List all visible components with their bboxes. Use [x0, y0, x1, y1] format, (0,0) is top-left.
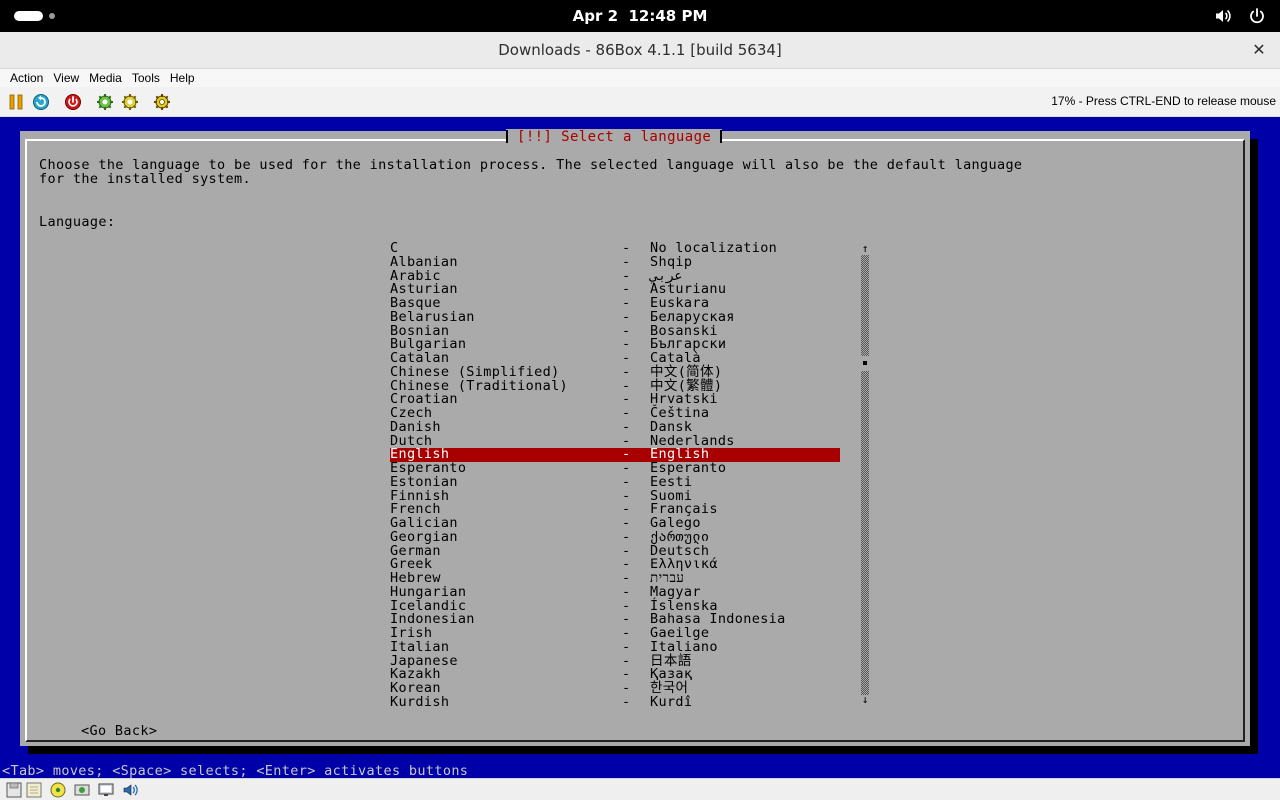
- dialog-title: [!!] Select a language: [506, 129, 723, 145]
- sound-button[interactable]: [122, 782, 138, 798]
- language-row[interactable]: Albanian - Shqip: [390, 255, 840, 270]
- language-name: Kurdish: [390, 693, 450, 710]
- prompt-line-2: for the installed system.: [39, 171, 251, 187]
- workspace-indicator-inactive: [49, 13, 55, 19]
- speaker-icon[interactable]: [1214, 7, 1232, 25]
- language-row[interactable]: Croatian - Hrvatski: [390, 392, 840, 407]
- dialog-prompt: Choose the language to be used for the i…: [39, 158, 1219, 186]
- activities-button[interactable]: [14, 11, 55, 21]
- language-row[interactable]: Irish - Gaeilge: [390, 626, 840, 641]
- emulated-screen[interactable]: [!!] Select a language Choose the langua…: [0, 117, 1280, 778]
- language-row[interactable]: Czech - Čeština: [390, 406, 840, 421]
- ctrl-alt-del-icon: [97, 94, 113, 110]
- network-button[interactable]: [98, 782, 114, 798]
- language-row[interactable]: Georgian - ქართული: [390, 530, 840, 545]
- ctrl-alt-del-button[interactable]: [96, 93, 114, 111]
- mouse-capture-status: 17% - Press CTRL-END to release mouse: [1051, 94, 1276, 108]
- language-native-name: Kurdî: [650, 693, 693, 710]
- reset-icon: [33, 94, 49, 110]
- language-dialog: [!!] Select a language Choose the langua…: [20, 129, 1250, 746]
- pause-icon: [9, 94, 23, 110]
- clock-button[interactable]: Apr 2 12:48 PM: [573, 7, 708, 25]
- gnome-top-bar: Apr 2 12:48 PM: [0, 0, 1280, 32]
- toolbar: 17% - Press CTRL-END to release mouse: [0, 87, 1280, 117]
- language-row[interactable]: Indonesian - Bahasa Indonesia: [390, 612, 840, 627]
- floppy-drive-2-button[interactable]: [26, 782, 42, 798]
- prompt-line-1: Choose the language to be used for the i…: [39, 157, 1023, 173]
- hard-disk-button[interactable]: [74, 782, 90, 798]
- power-icon[interactable]: [1248, 7, 1266, 25]
- power-off-icon: [65, 94, 81, 110]
- keyboard-help-line: <Tab> moves; <Space> selects; <Enter> ac…: [2, 763, 469, 779]
- settings-button[interactable]: [153, 93, 171, 111]
- language-row[interactable]: Korean - 한국어: [390, 681, 840, 696]
- floppy-drive-1-icon: [6, 782, 22, 798]
- language-separator: -: [622, 693, 631, 710]
- scroll-up-arrow[interactable]: ↑: [860, 243, 870, 255]
- language-row[interactable]: Asturian - Asturianu: [390, 282, 840, 297]
- window-title: Downloads - 86Box 4.1.1 [build 5634]: [498, 41, 782, 59]
- language-row[interactable]: Japanese - 日本語: [390, 654, 840, 669]
- language-list[interactable]: C - No localization Albanian - Shqip Arabic - عر…: [390, 241, 840, 710]
- floppy-drive-1-button[interactable]: [6, 782, 22, 798]
- ctrl-alt-esc-button[interactable]: [121, 93, 139, 111]
- menu-tools[interactable]: Tools: [127, 69, 165, 87]
- floppy-drive-2-icon: [26, 782, 42, 798]
- go-back-button[interactable]: <Go Back>: [81, 724, 157, 738]
- clock-time: 12:48 PM: [628, 7, 708, 25]
- menu-media[interactable]: Media: [84, 69, 127, 87]
- power-off-button[interactable]: [64, 93, 82, 111]
- language-label: Language:: [39, 214, 116, 230]
- workspace-indicator-active: [14, 11, 43, 21]
- cdrom-button[interactable]: [50, 782, 66, 798]
- language-row[interactable]: Finnish - Suomi: [390, 489, 840, 504]
- reset-button[interactable]: [32, 93, 50, 111]
- ctrl-alt-esc-icon: [122, 94, 138, 110]
- menu-help[interactable]: Help: [165, 69, 200, 87]
- language-row[interactable]: Belarusian - Беларуская: [390, 310, 840, 325]
- scrollbar-thumb[interactable]: [861, 356, 869, 371]
- hard-disk-icon: [74, 784, 90, 796]
- language-row[interactable]: Dutch - Nederlands: [390, 434, 840, 449]
- system-menu[interactable]: [1214, 7, 1266, 25]
- window-titlebar[interactable]: Downloads - 86Box 4.1.1 [build 5634] ✕: [0, 32, 1280, 69]
- sound-icon: [123, 784, 138, 796]
- language-list-scrollbar[interactable]: ↑ ↓: [860, 243, 870, 706]
- clock-date: Apr 2: [572, 7, 619, 25]
- pause-button[interactable]: [7, 93, 25, 111]
- language-row[interactable]: Estonian - Eesti: [390, 475, 840, 490]
- language-row[interactable]: Bulgarian - Български: [390, 337, 840, 352]
- menu-view[interactable]: View: [48, 69, 84, 87]
- cdrom-icon: [50, 782, 66, 798]
- language-row[interactable]: Kurdish - Kurdî: [390, 693, 840, 710]
- language-row[interactable]: Greek - Ελληνικά: [390, 557, 840, 572]
- language-row[interactable]: Kazakh - Қазақ: [390, 667, 840, 682]
- scroll-down-arrow[interactable]: ↓: [860, 694, 870, 706]
- settings-icon: [154, 94, 170, 110]
- language-row[interactable]: Danish - Dansk: [390, 420, 840, 435]
- clock: Apr 2 12:48 PM: [0, 0, 1280, 32]
- window-close-button[interactable]: ✕: [1248, 39, 1270, 61]
- menu-bar: Action View Media Tools Help: [0, 69, 1280, 87]
- scrollbar-track[interactable]: [861, 255, 869, 695]
- language-row[interactable]: German - Deutsch: [390, 544, 840, 559]
- status-bar: [0, 778, 1280, 800]
- menu-action[interactable]: Action: [5, 69, 48, 87]
- network-icon: [98, 783, 114, 796]
